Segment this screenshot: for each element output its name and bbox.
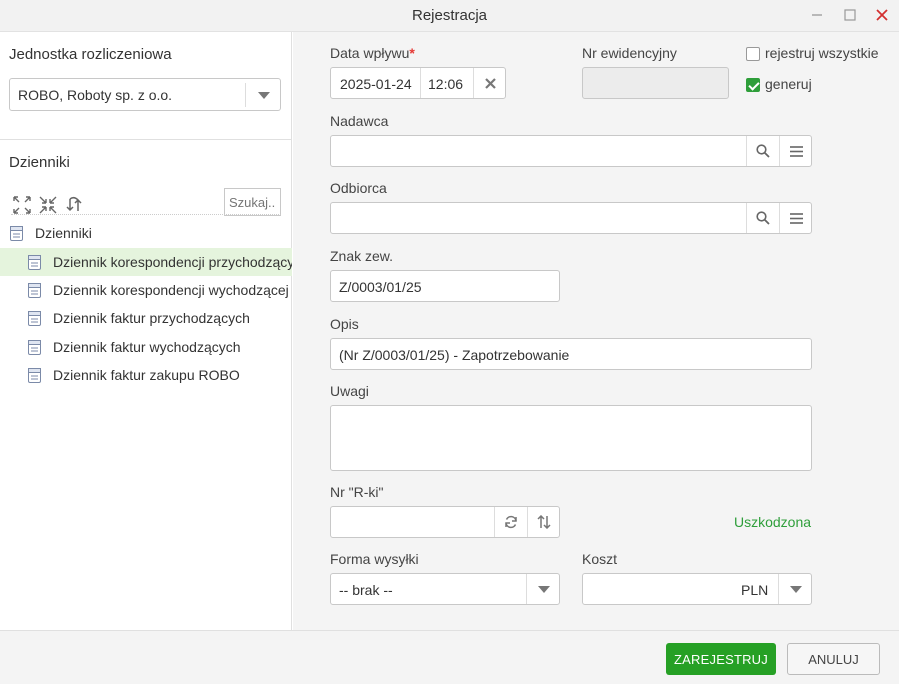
recipient-field[interactable] (330, 202, 812, 234)
sender-field[interactable] (330, 135, 812, 167)
currency-dropdown-button[interactable] (778, 574, 812, 604)
tree-item-outgoing-correspondence[interactable]: Dziennik korespondencji wychodzącej (0, 276, 292, 304)
date-time-field: 2025-01-24 12:06 (330, 67, 506, 99)
journal-icon (10, 226, 23, 241)
shipping-dropdown-button[interactable] (526, 574, 560, 604)
tree-item-label: Dziennik korespondencji przychodzących (53, 254, 292, 270)
date-label: Data wpływu* (330, 45, 415, 61)
unit-select[interactable]: ROBO, Roboty sp. z o.o. (9, 78, 281, 111)
journals-title: Dzienniki (9, 154, 70, 171)
expand-all-icon[interactable] (11, 194, 33, 216)
register-button[interactable]: ZAREJESTRUJ (666, 643, 776, 675)
journal-icon (28, 311, 41, 326)
cost-field[interactable]: PLN (582, 573, 812, 605)
refresh-icon (505, 515, 517, 529)
desc-input[interactable]: (Nr Z/0003/01/25) - Zapotrzebowanie (330, 338, 812, 370)
tree-item-incoming-correspondence[interactable]: Dziennik korespondencji przychodzących (0, 248, 292, 276)
damaged-link[interactable]: Uszkodzona (734, 514, 811, 530)
recipient-list-button[interactable] (779, 203, 812, 233)
minimize-icon[interactable] (806, 4, 828, 26)
clear-icon (484, 77, 496, 89)
date-input[interactable]: 2025-01-24 (340, 76, 412, 92)
maximize-icon[interactable] (839, 4, 861, 26)
nr-ewid-field (582, 67, 729, 99)
tree-item-label: Dziennik faktur wychodzących (53, 339, 241, 355)
tree-item-outgoing-invoices[interactable]: Dziennik faktur wychodzących (0, 333, 292, 361)
window-titlebar: Rejestracja (0, 0, 899, 32)
clear-date-button[interactable] (473, 68, 506, 98)
sender-search-button[interactable] (746, 136, 779, 166)
ext-sign-label: Znak zew. (330, 248, 394, 264)
rki-field[interactable] (330, 506, 560, 538)
tree-item-label: Dziennik korespondencji wychodzącej (53, 282, 289, 298)
left-panel: Jednostka rozliczeniowa ROBO, Roboty sp.… (0, 32, 292, 630)
rki-refresh-button[interactable] (494, 507, 527, 537)
recipient-search-button[interactable] (746, 203, 779, 233)
chevron-down-icon[interactable] (258, 92, 270, 99)
tree-item-incoming-invoices[interactable]: Dziennik faktur przychodzących (0, 304, 292, 332)
register-all-checkbox[interactable] (746, 47, 760, 61)
dialog-footer: ZAREJESTRUJ ANULUJ (0, 630, 899, 684)
generate-label: generuj (765, 76, 812, 92)
ext-sign-input[interactable]: Z/0003/01/25 (330, 270, 560, 302)
cost-label: Koszt (582, 551, 618, 567)
notes-textarea[interactable] (330, 405, 812, 471)
desc-label: Opis (330, 316, 359, 332)
journal-icon (28, 340, 41, 355)
collapse-all-icon[interactable] (37, 194, 59, 216)
unit-select-value: ROBO, Roboty sp. z o.o. (18, 87, 173, 103)
tree-item-purchase-invoices-robo[interactable]: Dziennik faktur zakupu ROBO (0, 361, 292, 389)
journal-icon (28, 255, 41, 270)
register-all-label: rejestruj wszystkie (765, 45, 879, 61)
shipping-label: Forma wysyłki (330, 551, 419, 567)
chevron-down-icon (789, 585, 802, 593)
currency-value: PLN (741, 582, 769, 598)
search-icon (756, 211, 770, 225)
close-icon[interactable] (871, 4, 893, 26)
chevron-down-icon (537, 585, 550, 593)
time-input[interactable]: 12:06 (428, 76, 463, 92)
generate-checkbox[interactable] (746, 78, 760, 92)
window-title: Rejestracja (411, 7, 488, 24)
nr-ewid-label: Nr ewidencyjny (582, 45, 677, 61)
journal-icon (28, 283, 41, 298)
refresh-icon[interactable] (63, 194, 85, 216)
tree-root[interactable]: Dzienniki (0, 219, 292, 247)
sort-icon (537, 515, 551, 529)
rki-sort-button[interactable] (527, 507, 560, 537)
form-panel: Data wpływu* 2025-01-24 12:06 Nr ewidenc… (293, 32, 899, 630)
cancel-button[interactable]: ANULUJ (787, 643, 880, 675)
sender-label: Nadawca (330, 113, 389, 129)
required-asterisk: * (409, 45, 415, 61)
rki-label: Nr "R-ki" (330, 484, 384, 500)
journal-icon (28, 368, 41, 383)
sender-list-button[interactable] (779, 136, 812, 166)
notes-label: Uwagi (330, 383, 369, 399)
tree-root-label: Dzienniki (35, 225, 92, 241)
tree-item-label: Dziennik faktur zakupu ROBO (53, 367, 240, 383)
recipient-label: Odbiorca (330, 180, 387, 196)
list-icon (789, 212, 803, 224)
unit-title: Jednostka rozliczeniowa (9, 46, 172, 63)
tree-item-label: Dziennik faktur przychodzących (53, 310, 250, 326)
tree-search-input[interactable] (224, 188, 281, 216)
list-icon (789, 145, 803, 157)
search-icon (756, 144, 770, 158)
shipping-select[interactable]: -- brak -- (330, 573, 560, 605)
